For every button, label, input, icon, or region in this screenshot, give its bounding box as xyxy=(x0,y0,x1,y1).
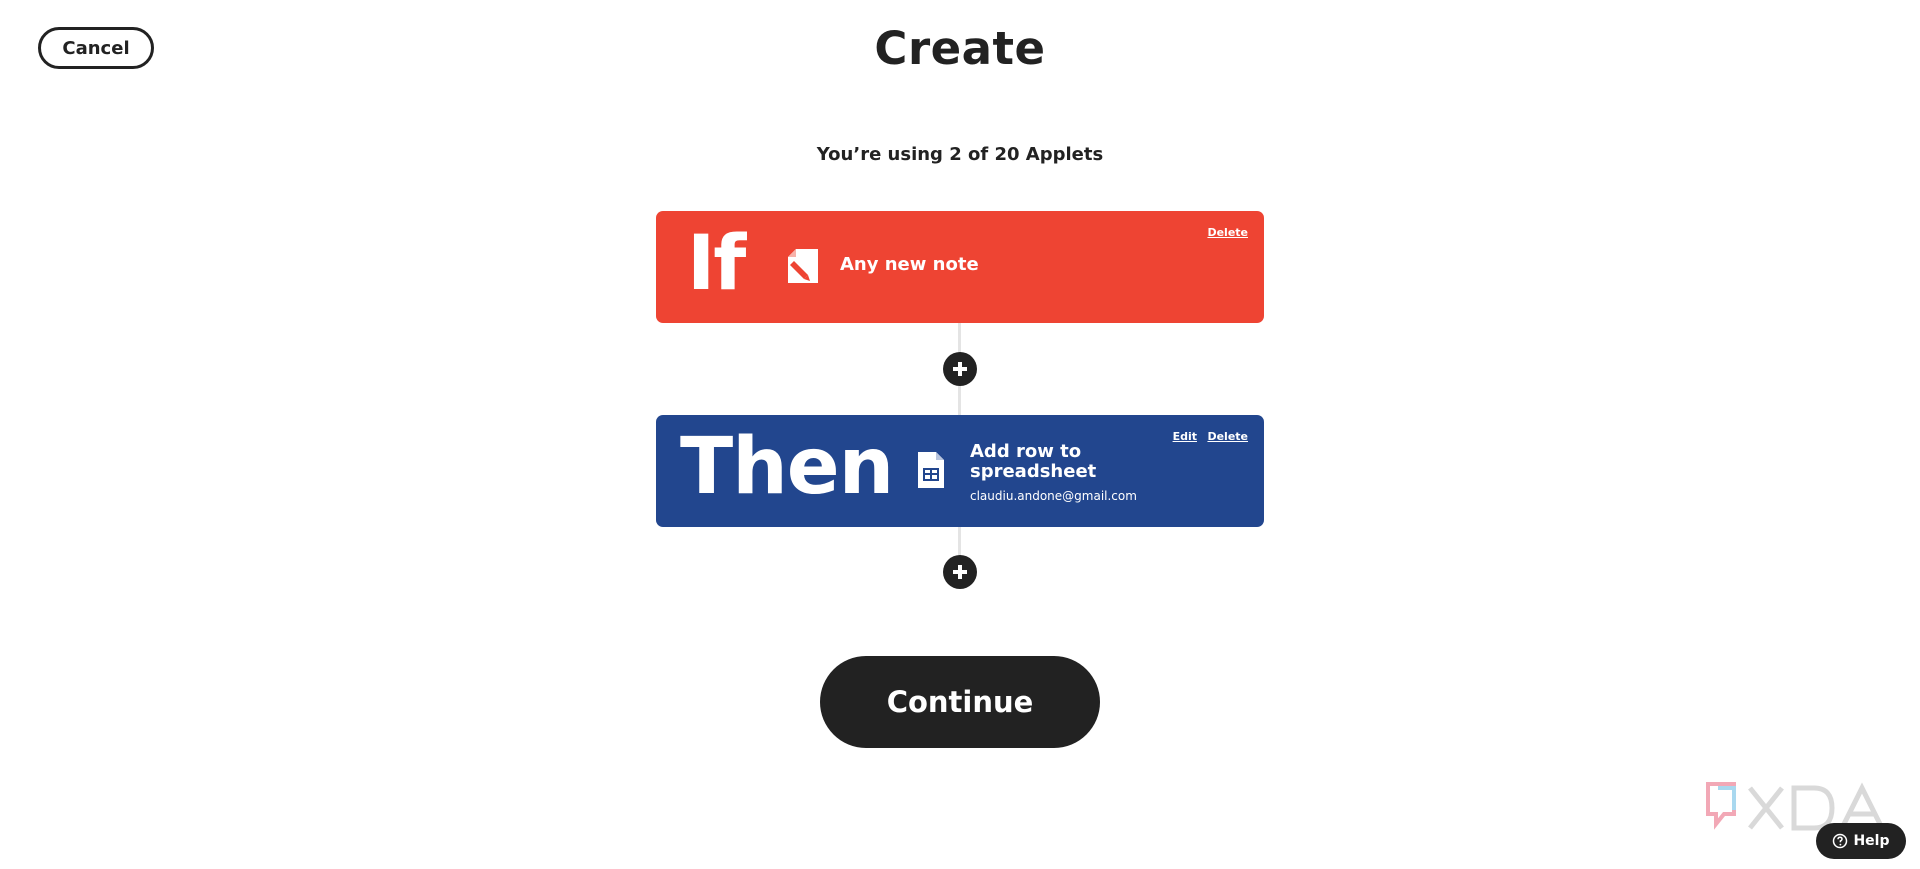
then-keyword: Then xyxy=(680,422,894,512)
action-edit-link[interactable]: Edit xyxy=(1173,430,1197,443)
applet-usage-text: You’re using 2 of 20 Applets xyxy=(816,144,1104,165)
plus-icon xyxy=(953,565,967,579)
spreadsheet-icon xyxy=(916,450,946,494)
action-delete-link[interactable]: Delete xyxy=(1207,430,1248,443)
add-step-button[interactable] xyxy=(943,352,977,386)
note-pencil-icon xyxy=(786,247,820,289)
trigger-title: Any new note xyxy=(840,254,979,275)
question-circle-icon xyxy=(1833,833,1848,849)
continue-button[interactable]: Continue xyxy=(820,656,1100,748)
help-label: Help xyxy=(1853,833,1890,849)
action-title: Add row to spreadsheet xyxy=(970,441,1097,482)
action-account: claudiu.andone@gmail.com xyxy=(970,489,1137,503)
plus-icon xyxy=(953,362,967,376)
if-keyword: If xyxy=(687,218,746,307)
page-title: Create xyxy=(874,22,1046,75)
action-card[interactable]: Then Add row to spreadsheet claudiu.ando… xyxy=(656,415,1264,527)
trigger-delete-link[interactable]: Delete xyxy=(1207,226,1248,239)
trigger-card[interactable]: If Any new note Delete xyxy=(656,211,1264,323)
add-step-button[interactable] xyxy=(943,555,977,589)
connector-line xyxy=(958,527,961,557)
help-button[interactable]: Help xyxy=(1816,823,1906,859)
